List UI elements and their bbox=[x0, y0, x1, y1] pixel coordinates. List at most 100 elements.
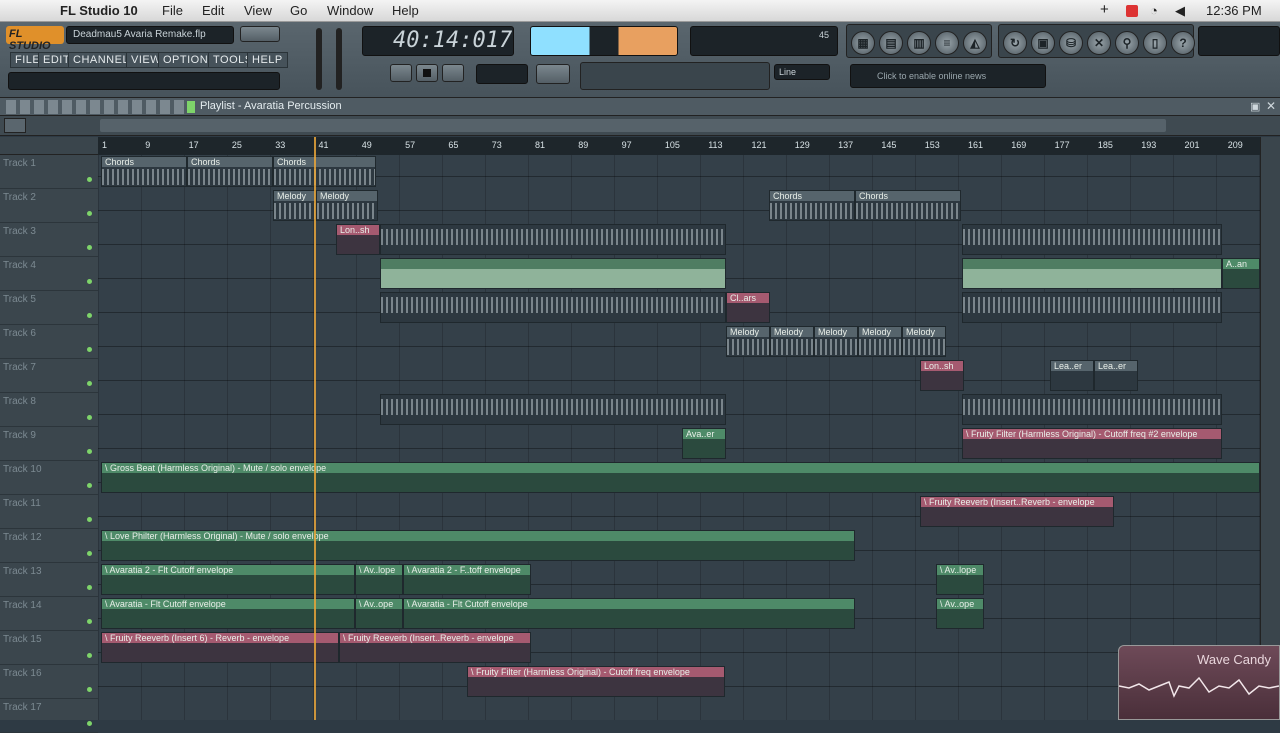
track-header[interactable]: Track 9 bbox=[0, 427, 98, 461]
track-enable-led[interactable] bbox=[87, 653, 92, 658]
track-enable-led[interactable] bbox=[87, 619, 92, 624]
clock[interactable]: 12:36 PM bbox=[1206, 3, 1262, 18]
track-enable-led[interactable] bbox=[87, 483, 92, 488]
track-enable-led[interactable] bbox=[87, 551, 92, 556]
menu-help-fl[interactable]: HELP bbox=[247, 52, 288, 68]
app-name[interactable]: FL Studio 10 bbox=[60, 3, 138, 18]
clip-melody[interactable]: Melody bbox=[858, 326, 902, 357]
clip-lon-sh[interactable]: Lon..sh bbox=[920, 360, 964, 391]
timeline-ruler[interactable]: 1 9 17 25 33 41 49 57 65 73 81 89 97 105 113 121 129 137 1… bbox=[98, 137, 1260, 155]
tempo-display[interactable] bbox=[476, 64, 528, 84]
disk-icon[interactable]: ▣ bbox=[1031, 31, 1055, 55]
menu-file[interactable]: File bbox=[162, 3, 183, 18]
clip-avaratia2-cutoff[interactable]: \ Avaratia 2 - Flt Cutoff envelope bbox=[101, 564, 355, 595]
channel-rack-icon[interactable]: ▥ bbox=[907, 31, 931, 55]
clip-reverb-15[interactable]: \ Fruity Reeverb (Insert 6) - Reverb - e… bbox=[101, 632, 339, 663]
clip-fruity-filter-16[interactable]: \ Fruity Filter (Harmless Original) - Cu… bbox=[467, 666, 725, 697]
clip-chords[interactable]: Chords bbox=[101, 156, 187, 187]
playlist-tool-icons[interactable] bbox=[6, 100, 186, 114]
playlist-title[interactable]: Playlist - Avaratia Percussion bbox=[200, 100, 342, 112]
clip-av-lope[interactable]: \ Av..lope bbox=[355, 564, 403, 595]
track-enable-led[interactable] bbox=[87, 245, 92, 250]
piano-roll-icon[interactable]: ▤ bbox=[879, 31, 903, 55]
close-icon[interactable]: ✕ bbox=[1266, 99, 1276, 113]
clip-love-philter[interactable]: \ Love Philter (Harmless Original) - Mut… bbox=[101, 530, 855, 561]
clip-chords[interactable]: Chords bbox=[273, 156, 376, 187]
horizontal-scrollbar[interactable] bbox=[100, 119, 1166, 132]
clip-melody[interactable]: Melody bbox=[770, 326, 814, 357]
track-enable-led[interactable] bbox=[87, 415, 92, 420]
track-enable-led[interactable] bbox=[87, 585, 92, 590]
track-enable-led[interactable] bbox=[87, 517, 92, 522]
volume-icon[interactable]: ◀ bbox=[1175, 3, 1185, 19]
clip-pattern[interactable] bbox=[380, 292, 726, 323]
track-header[interactable]: Track 1 bbox=[0, 155, 98, 189]
vertical-scrollbar[interactable] bbox=[1260, 137, 1280, 720]
snap-select[interactable]: Line bbox=[774, 64, 830, 80]
clipboard-icon[interactable]: ▯ bbox=[1143, 31, 1167, 55]
clip-lea-er[interactable]: Lea..er bbox=[1094, 360, 1138, 391]
track-header[interactable]: Track 8 bbox=[0, 393, 98, 427]
clip-chords[interactable]: Chords bbox=[769, 190, 855, 221]
clip-av-ope[interactable]: \ Av..ope bbox=[936, 598, 984, 629]
track-enable-led[interactable] bbox=[87, 721, 92, 726]
render-icon[interactable]: ⛁ bbox=[1059, 31, 1083, 55]
clip-fruity-filter-9[interactable]: \ Fruity Filter (Harmless Original) - Cu… bbox=[962, 428, 1222, 459]
menu-edit[interactable]: Edit bbox=[202, 3, 224, 18]
wave-candy-window[interactable]: Wave Candy bbox=[1118, 645, 1280, 720]
track-header[interactable]: Track 12 bbox=[0, 529, 98, 563]
snap-buttons[interactable] bbox=[580, 62, 770, 90]
clip-pattern[interactable] bbox=[962, 394, 1222, 425]
menu-view[interactable]: View bbox=[244, 3, 272, 18]
tools-icon[interactable]: ✕ bbox=[1087, 31, 1111, 55]
menu-window[interactable]: Window bbox=[327, 3, 373, 18]
browser-icon[interactable]: ◭ bbox=[963, 31, 987, 55]
clip-pattern[interactable] bbox=[962, 292, 1222, 323]
clip-audio[interactable] bbox=[962, 258, 1222, 289]
playhead-marker[interactable] bbox=[314, 137, 316, 720]
clip-a-an[interactable]: A..an bbox=[1222, 258, 1260, 289]
status-icon[interactable] bbox=[1126, 5, 1138, 17]
clip-melody[interactable]: Melody bbox=[902, 326, 946, 357]
menu-icon[interactable] bbox=[4, 118, 26, 133]
clip-av-lope[interactable]: \ Av..lope bbox=[936, 564, 984, 595]
window-buttons[interactable] bbox=[240, 26, 280, 42]
clip-av-ope[interactable]: \ Av..ope bbox=[355, 598, 403, 629]
master-pitch-slider[interactable] bbox=[336, 28, 342, 90]
pattern-selector[interactable] bbox=[536, 64, 570, 84]
track-header[interactable]: Track 17 bbox=[0, 699, 98, 733]
playlist-window-icon[interactable]: ▦ bbox=[851, 31, 875, 55]
track-header[interactable]: Track 5 bbox=[0, 291, 98, 325]
record-button[interactable] bbox=[442, 64, 464, 82]
clip-avaratia-cutoff[interactable]: \ Avaratia - Flt Cutoff envelope bbox=[101, 598, 355, 629]
track-enable-led[interactable] bbox=[87, 347, 92, 352]
track-header[interactable]: Track 11 bbox=[0, 495, 98, 529]
clip-reverb-11[interactable]: \ Fruity Reeverb (Insert..Reverb - envel… bbox=[920, 496, 1114, 527]
track-enable-led[interactable] bbox=[87, 279, 92, 284]
track-header[interactable]: Track 6 bbox=[0, 325, 98, 359]
mixer-icon[interactable]: ≡ bbox=[935, 31, 959, 55]
playlist-grid[interactable]: Chords Chords Chords Melody Melody Chord… bbox=[98, 155, 1260, 720]
track-header[interactable]: Track 16 bbox=[0, 665, 98, 699]
clip-pattern[interactable] bbox=[380, 394, 726, 425]
track-enable-led[interactable] bbox=[87, 177, 92, 182]
track-enable-led[interactable] bbox=[87, 381, 92, 386]
track-header[interactable]: Track 14 bbox=[0, 597, 98, 631]
clip-cl-ars[interactable]: Cl..ars bbox=[726, 292, 770, 323]
online-news[interactable]: Click to enable online news bbox=[850, 64, 1046, 88]
track-header[interactable]: Track 3 bbox=[0, 223, 98, 257]
track-header[interactable]: Track 13 bbox=[0, 563, 98, 597]
clip-audio[interactable] bbox=[380, 258, 726, 289]
song-position-display[interactable]: 40:14:017 bbox=[362, 26, 514, 56]
clip-avaratia-cutoff-b[interactable]: \ Avaratia - Flt Cutoff envelope bbox=[403, 598, 855, 629]
menu-help[interactable]: Help bbox=[392, 3, 419, 18]
clip-melody[interactable]: Melody bbox=[726, 326, 770, 357]
clip-ava-er[interactable]: Ava..er bbox=[682, 428, 726, 459]
wifi-icon[interactable]: ◔ bbox=[1150, 3, 1158, 18]
clip-lea-er[interactable]: Lea..er bbox=[1050, 360, 1094, 391]
track-enable-led[interactable] bbox=[87, 313, 92, 318]
track-header[interactable]: Track 2 bbox=[0, 189, 98, 223]
clip-chords[interactable]: Chords bbox=[855, 190, 961, 221]
clip-melody[interactable]: Melody bbox=[273, 190, 316, 221]
clip-melody[interactable]: Melody bbox=[316, 190, 378, 221]
